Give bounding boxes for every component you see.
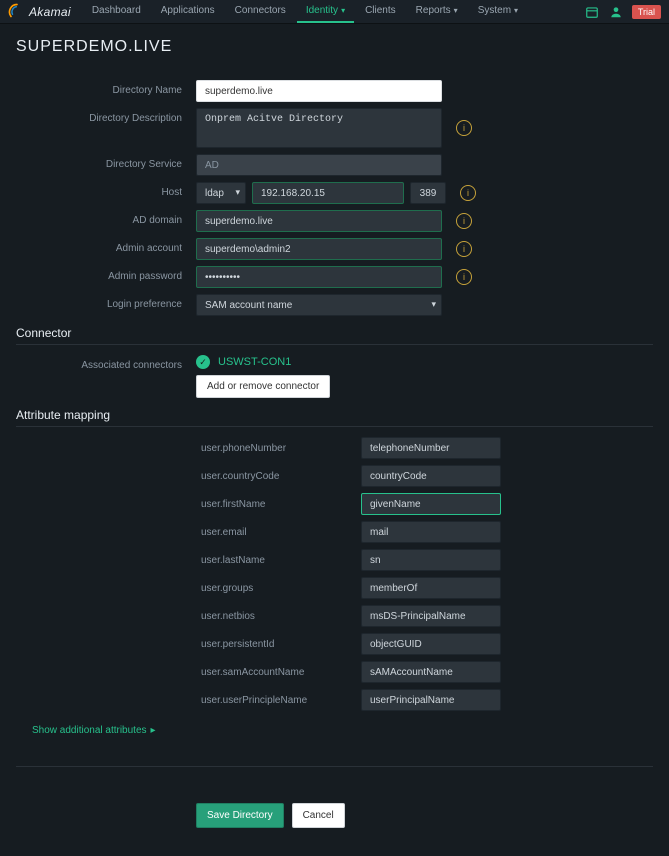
nav-item-applications[interactable]: Applications [152, 0, 224, 23]
host-ip-input[interactable] [252, 182, 404, 204]
row-directory-name: Directory Name [16, 80, 653, 102]
row-admin-password: Admin password i [16, 266, 653, 288]
divider [16, 426, 653, 427]
brand[interactable]: Akamai [8, 3, 71, 21]
attribute-label: user.userPrincipleName [16, 695, 361, 706]
cancel-button[interactable]: Cancel [292, 803, 345, 828]
directory-description-input[interactable] [196, 108, 442, 148]
show-additional-attributes-link[interactable]: Show additional attributes ▸ [32, 725, 156, 736]
calendar-icon[interactable] [584, 4, 600, 20]
attribute-value-input[interactable] [361, 605, 501, 627]
attribute-value-input[interactable] [361, 577, 501, 599]
label-directory-service: Directory Service [16, 154, 196, 176]
host-scheme-select[interactable]: ldap [196, 182, 246, 204]
info-icon[interactable]: i [460, 185, 476, 201]
attribute-row: user.phoneNumber [16, 437, 653, 459]
divider [16, 766, 653, 767]
attribute-row: user.groups [16, 577, 653, 599]
nav-item-connectors[interactable]: Connectors [226, 0, 295, 23]
save-directory-button[interactable]: Save Directory [196, 803, 284, 828]
nav-right: Trial [584, 4, 661, 20]
host-port-input[interactable] [410, 182, 446, 204]
ad-domain-input[interactable] [196, 210, 442, 232]
attribute-label: user.groups [16, 583, 361, 594]
row-admin-account: Admin account i [16, 238, 653, 260]
top-nav: Akamai DashboardApplicationsConnectorsId… [0, 0, 669, 24]
attribute-value-input[interactable] [361, 437, 501, 459]
attribute-row: user.persistentId [16, 633, 653, 655]
info-icon[interactable]: i [456, 241, 472, 257]
attribute-row: user.email [16, 521, 653, 543]
associated-connector: ✓ USWST-CON1 [196, 355, 330, 369]
label-admin-password: Admin password [16, 266, 196, 288]
attribute-label: user.firstName [16, 499, 361, 510]
trial-badge[interactable]: Trial [632, 5, 661, 19]
label-host: Host [16, 182, 196, 204]
attribute-value-input[interactable] [361, 661, 501, 683]
nav-item-dashboard[interactable]: Dashboard [83, 0, 150, 23]
attribute-label: user.samAccountName [16, 667, 361, 678]
label-directory-description: Directory Description [16, 108, 196, 130]
divider [16, 344, 653, 345]
attribute-label: user.countryCode [16, 471, 361, 482]
attribute-value-input[interactable] [361, 465, 501, 487]
show-more-label: Show additional attributes [32, 725, 147, 736]
add-remove-connector-button[interactable]: Add or remove connector [196, 375, 330, 398]
connector-name: USWST-CON1 [218, 356, 291, 368]
page: SUPERDEMO.LIVE Directory Name Directory … [0, 24, 669, 856]
nav-item-identity[interactable]: Identity▾ [297, 0, 354, 23]
section-attribute-mapping-title: Attribute mapping [16, 408, 653, 422]
row-login-preference: Login preference SAM account name ▾ [16, 294, 653, 316]
admin-account-input[interactable] [196, 238, 442, 260]
page-title: SUPERDEMO.LIVE [16, 38, 653, 56]
attribute-row: user.netbios [16, 605, 653, 627]
row-host: Host ldap ▾ i [16, 182, 653, 204]
footer-actions: Save Directory Cancel [196, 803, 653, 828]
brand-text: Akamai [29, 5, 71, 19]
label-login-preference: Login preference [16, 294, 196, 316]
label-directory-name: Directory Name [16, 80, 196, 102]
attribute-value-input[interactable] [361, 549, 501, 571]
admin-password-input[interactable] [196, 266, 442, 288]
info-icon[interactable]: i [456, 213, 472, 229]
check-icon: ✓ [196, 355, 210, 369]
info-icon[interactable]: i [456, 120, 472, 136]
login-preference-select[interactable]: SAM account name [196, 294, 442, 316]
nav-item-system[interactable]: System▾ [469, 0, 527, 23]
directory-name-input[interactable] [196, 80, 442, 102]
chevron-down-icon: ▾ [341, 6, 345, 15]
row-ad-domain: AD domain i [16, 210, 653, 232]
attribute-value-input[interactable] [361, 493, 501, 515]
nav-item-clients[interactable]: Clients [356, 0, 405, 23]
attribute-label: user.email [16, 527, 361, 538]
attribute-label: user.persistentId [16, 639, 361, 650]
akamai-logo-icon [8, 3, 26, 21]
chevron-down-icon: ▾ [514, 6, 518, 15]
row-directory-description: Directory Description i [16, 108, 653, 148]
nav-item-reports[interactable]: Reports▾ [407, 0, 467, 23]
directory-service-select[interactable]: AD [196, 154, 442, 176]
attribute-label: user.phoneNumber [16, 443, 361, 454]
info-icon[interactable]: i [456, 269, 472, 285]
label-admin-account: Admin account [16, 238, 196, 260]
attribute-row: user.samAccountName [16, 661, 653, 683]
nav-items: DashboardApplicationsConnectorsIdentity▾… [83, 0, 584, 23]
row-associated-connectors: Associated connectors ✓ USWST-CON1 Add o… [16, 355, 653, 398]
label-associated-connectors: Associated connectors [16, 355, 196, 377]
row-directory-service: Directory Service AD [16, 154, 653, 176]
attribute-row: user.countryCode [16, 465, 653, 487]
section-connector-title: Connector [16, 326, 653, 340]
attribute-row: user.firstName [16, 493, 653, 515]
attribute-label: user.netbios [16, 611, 361, 622]
attribute-mapping-list: user.phoneNumber user.countryCode user.fir… [16, 437, 653, 711]
chevron-right-icon: ▸ [151, 725, 156, 736]
attribute-value-input[interactable] [361, 633, 501, 655]
chevron-down-icon: ▾ [454, 6, 458, 15]
user-icon[interactable] [608, 4, 624, 20]
attribute-label: user.lastName [16, 555, 361, 566]
label-ad-domain: AD domain [16, 210, 196, 232]
attribute-row: user.lastName [16, 549, 653, 571]
attribute-value-input[interactable] [361, 521, 501, 543]
